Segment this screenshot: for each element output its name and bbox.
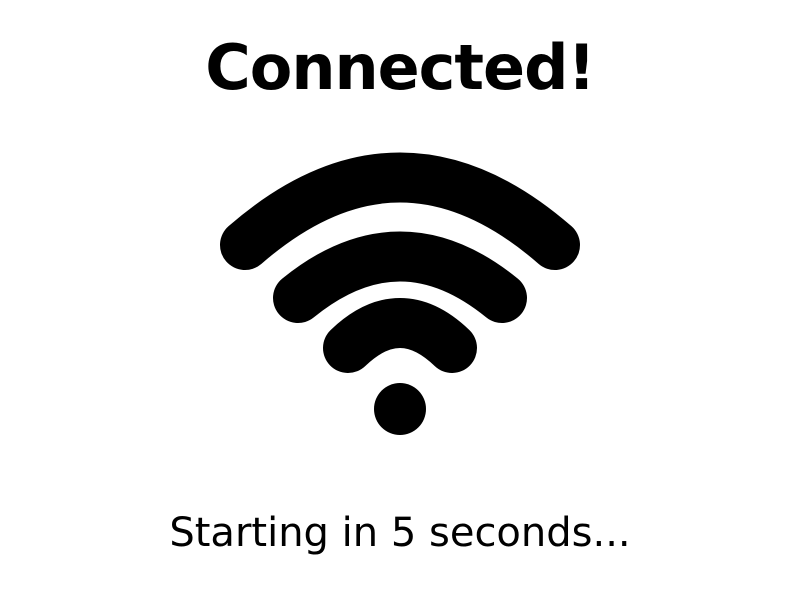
wifi-arc-middle	[273, 231, 527, 323]
connection-screen: Connected! Starting in 5 seconds...	[0, 0, 800, 600]
status-message: Starting in 5 seconds...	[169, 510, 631, 556]
wifi-dot	[374, 383, 426, 435]
wifi-arc-inner	[323, 298, 477, 373]
